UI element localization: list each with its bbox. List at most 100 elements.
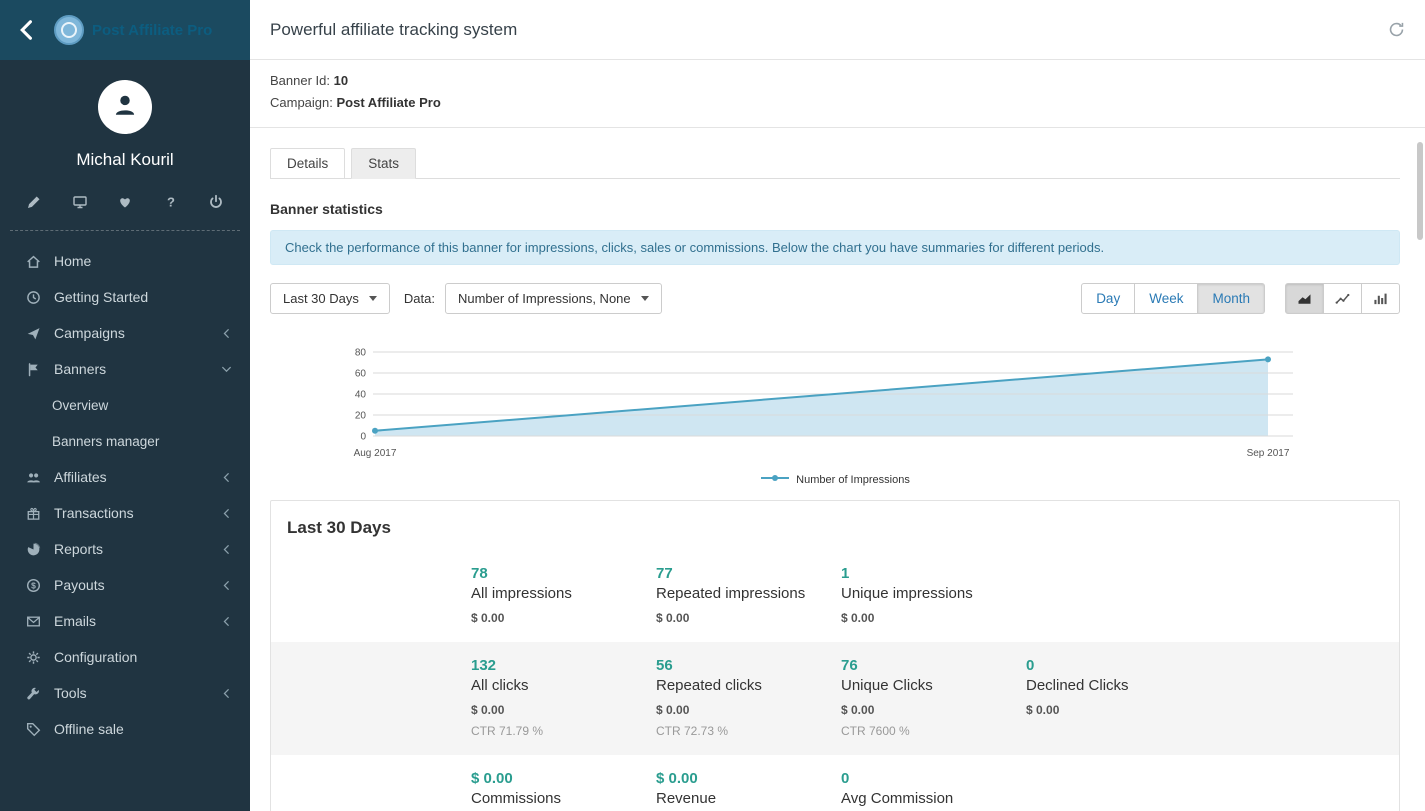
sidebar: Post Affiliate Pro Michal Kouril ? HomeG… (0, 0, 250, 811)
back-button[interactable] (12, 15, 42, 45)
stat-money: $ 0.00 (1026, 703, 1399, 717)
app-logo[interactable]: Post Affiliate Pro (54, 15, 212, 45)
flag-icon (26, 362, 42, 377)
sidebar-item-emails[interactable]: Emails (0, 603, 250, 639)
stat-cell-commissions: $ 0.00 Commissions (471, 770, 656, 807)
info-alert: Check the performance of this banner for… (270, 230, 1400, 265)
chart-legend: Number of Impressions (270, 473, 1400, 486)
sidebar-item-getting-started[interactable]: Getting Started (0, 279, 250, 315)
svg-text:?: ? (167, 195, 175, 210)
svg-text:Sep 2017: Sep 2017 (1247, 448, 1290, 459)
stat-label: Commissions (471, 790, 656, 807)
summary-row-spacer (271, 770, 471, 807)
stat-value: 0 (1026, 657, 1399, 674)
stat-value: $ 0.00 (471, 770, 656, 787)
person-icon (111, 91, 139, 124)
stat-value: 78 (471, 565, 656, 582)
chevron-left-icon (221, 328, 232, 339)
sidebar-item-label: Campaigns (54, 325, 125, 341)
period-button-group: DayWeekMonth (1081, 283, 1265, 314)
period-button-month[interactable]: Month (1197, 283, 1265, 314)
sidebar-item-label: Home (54, 253, 91, 269)
sidebar-item-banners-manager[interactable]: Banners manager (0, 423, 250, 459)
sidebar-item-label: Offline sale (54, 721, 124, 737)
sidebar-item-label: Overview (52, 398, 108, 413)
scrollbar-thumb[interactable] (1417, 142, 1423, 240)
sidebar-item-home[interactable]: Home (0, 243, 250, 279)
line-chart-button[interactable] (1323, 283, 1362, 314)
chevron-left-icon (221, 616, 232, 627)
campaign-row: Campaign: Post Affiliate Pro (270, 92, 1405, 114)
stat-label: Declined Clicks (1026, 677, 1399, 694)
sidebar-header: Post Affiliate Pro (0, 0, 250, 60)
section-title: Banner statistics (270, 201, 1400, 217)
period-filter-select[interactable]: Last 30 Days (270, 283, 390, 314)
tag-icon (26, 722, 42, 737)
stat-value: 76 (841, 657, 1026, 674)
sidebar-item-label: Transactions (54, 505, 134, 521)
sidebar-item-payouts[interactable]: $Payouts (0, 567, 250, 603)
data-label: Data: (404, 291, 435, 306)
chart-controls: Last 30 Days Data: Number of Impressions… (270, 283, 1400, 314)
stat-value: 77 (656, 565, 841, 582)
monitor-icon[interactable] (72, 194, 88, 210)
heart-icon[interactable] (117, 194, 133, 210)
tab-stats[interactable]: Stats (351, 148, 416, 179)
stat-value: 1 (841, 565, 1026, 582)
sidebar-item-overview[interactable]: Overview (0, 387, 250, 423)
stat-cell-all-clicks: 132All clicks$ 0.00CTR 71.79 % (471, 657, 656, 738)
campaign-label: Campaign: (270, 95, 333, 110)
data-filter-value: Number of Impressions, None (458, 291, 631, 306)
campaign-value: Post Affiliate Pro (337, 95, 441, 110)
chevron-left-icon (221, 472, 232, 483)
gift-icon (26, 506, 42, 521)
bar-chart-button[interactable] (1361, 283, 1400, 314)
pie-icon (26, 542, 42, 557)
pencil-icon[interactable] (26, 194, 42, 210)
stat-cell-repeated-impressions: 77Repeated impressions$ 0.00 (656, 565, 841, 625)
svg-text:Aug 2017: Aug 2017 (354, 448, 397, 459)
sidebar-item-label: Reports (54, 541, 103, 557)
period-button-week[interactable]: Week (1134, 283, 1198, 314)
avatar[interactable] (98, 80, 152, 134)
chevron-left-icon (221, 508, 232, 519)
sidebar-item-label: Affiliates (54, 469, 107, 485)
data-filter-select[interactable]: Number of Impressions, None (445, 283, 662, 314)
stat-value: $ 0.00 (656, 770, 841, 787)
sidebar-item-label: Tools (54, 685, 87, 701)
question-icon[interactable]: ? (163, 194, 179, 210)
stat-value: 0 (841, 770, 1026, 787)
tab-details[interactable]: Details (270, 148, 345, 179)
sidebar-item-configuration[interactable]: Configuration (0, 639, 250, 675)
sidebar-item-affiliates[interactable]: Affiliates (0, 459, 250, 495)
stat-cell-repeated-clicks: 56Repeated clicks$ 0.00CTR 72.73 % (656, 657, 841, 738)
sidebar-item-label: Configuration (54, 649, 137, 665)
sidebar-item-offline-sale[interactable]: Offline sale (0, 711, 250, 747)
sidebar-item-label: Getting Started (54, 289, 148, 305)
sidebar-item-tools[interactable]: Tools (0, 675, 250, 711)
sidebar-item-reports[interactable]: Reports (0, 531, 250, 567)
summary-row-spacer (271, 565, 471, 625)
stat-label: Repeated impressions (656, 585, 841, 602)
summary-row-spacer (271, 657, 471, 738)
stat-label: All clicks (471, 677, 656, 694)
summary-title: Last 30 Days (271, 501, 1399, 550)
area-chart-button[interactable] (1285, 283, 1324, 314)
chevron-left-icon (221, 580, 232, 591)
svg-text:0: 0 (360, 432, 366, 443)
refresh-icon[interactable] (1388, 21, 1405, 38)
logo-text: Post Affiliate Pro (92, 22, 212, 39)
wrench-icon (26, 686, 42, 701)
sidebar-item-transactions[interactable]: Transactions (0, 495, 250, 531)
sidebar-item-banners[interactable]: Banners (0, 351, 250, 387)
period-button-day[interactable]: Day (1081, 283, 1135, 314)
legend-label: Number of Impressions (796, 474, 910, 486)
stat-label: Unique impressions (841, 585, 1026, 602)
stat-ctr: CTR 71.79 % (471, 724, 656, 738)
power-icon[interactable] (208, 194, 224, 210)
banner-id-row: Banner Id: 10 (270, 70, 1405, 92)
stat-ctr: CTR 72.73 % (656, 724, 841, 738)
sidebar-menu: Home Getting Started Campaigns Banners Overv… (0, 237, 250, 811)
sidebar-item-campaigns[interactable]: Campaigns (0, 315, 250, 351)
summary-row: 78All impressions$ 0.0077Repeated impres… (271, 550, 1399, 642)
